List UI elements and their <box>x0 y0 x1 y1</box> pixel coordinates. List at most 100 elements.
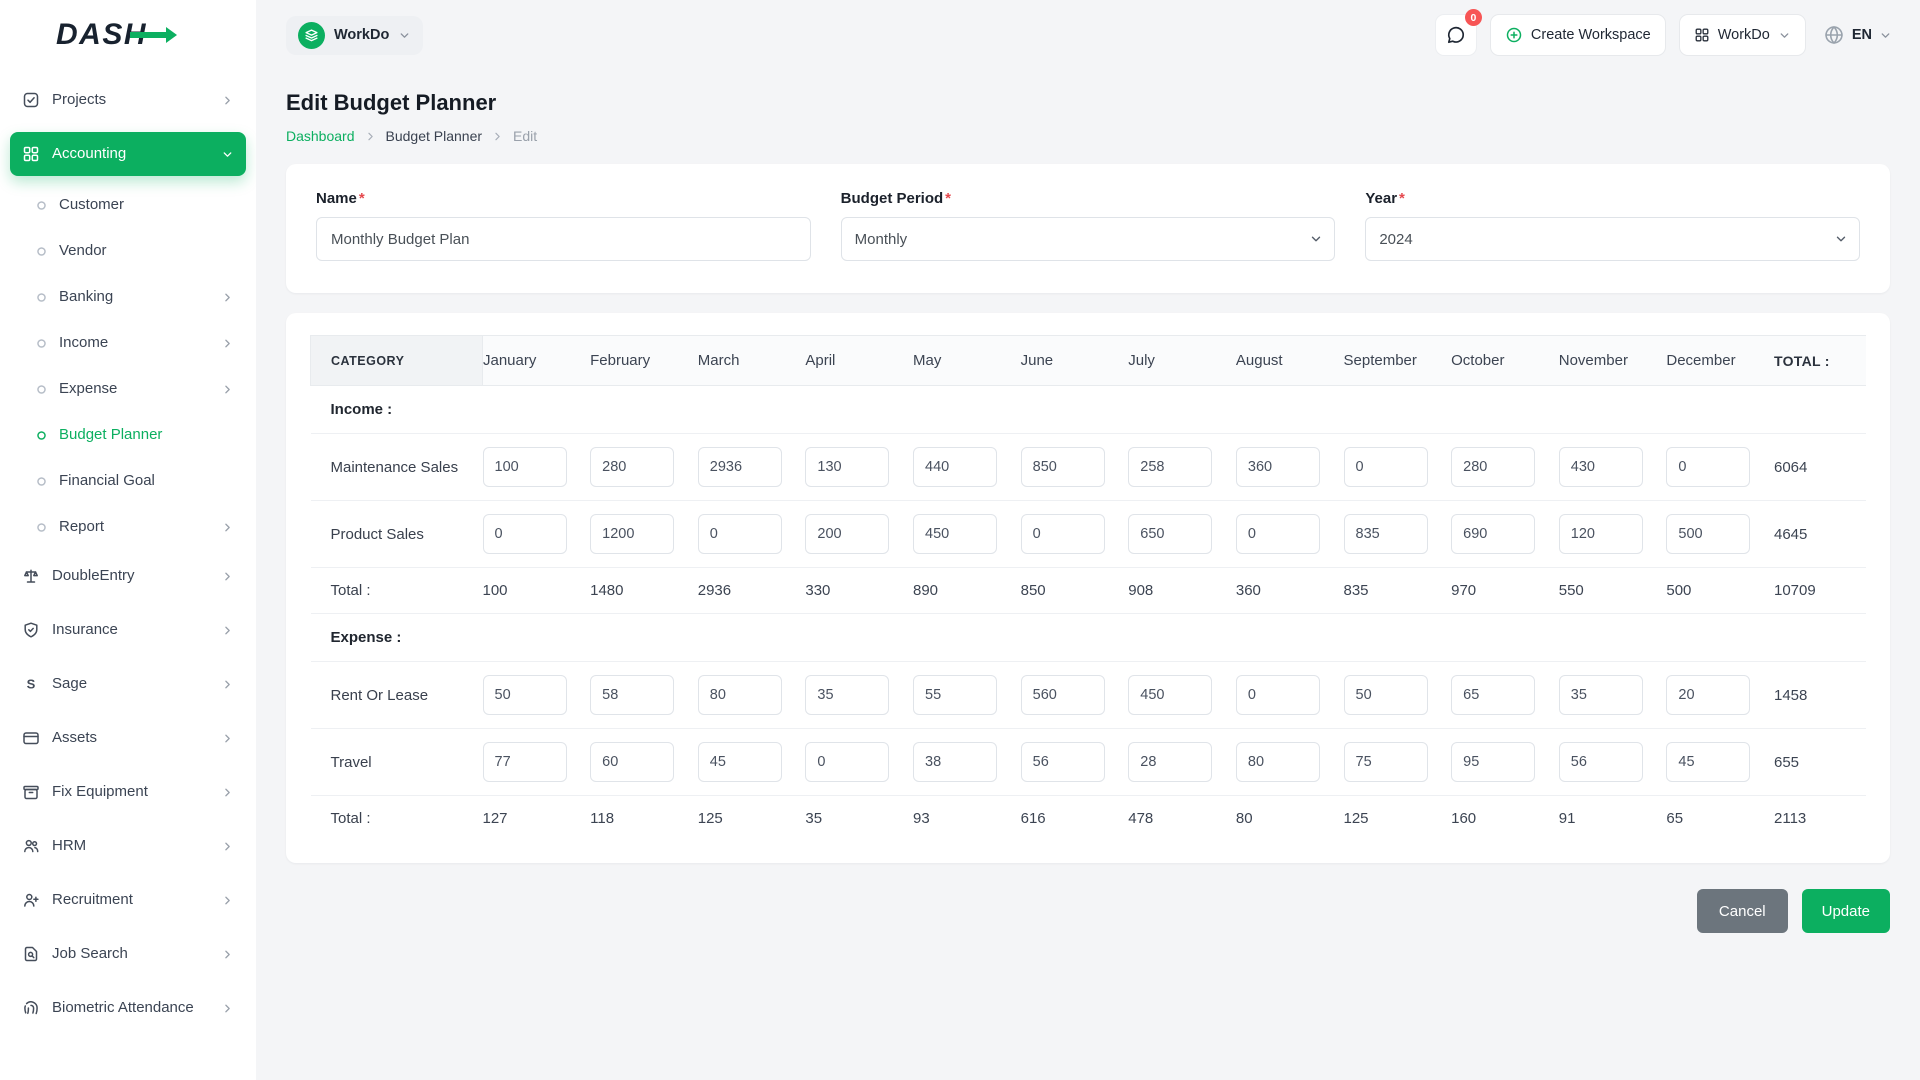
month-cell <box>1666 728 1774 796</box>
budget-value-input[interactable] <box>1666 447 1751 487</box>
budget-value-input[interactable] <box>1128 675 1213 715</box>
sidebar-item-customer[interactable]: Customer <box>10 186 246 224</box>
budget-value-input[interactable] <box>1128 514 1213 554</box>
sidebar-item-biometric-attendance[interactable]: Biometric Attendance <box>10 986 246 1030</box>
name-input[interactable] <box>316 217 811 261</box>
budget-value-input[interactable] <box>1343 447 1428 487</box>
plus-circle-icon <box>1505 26 1523 44</box>
month-cell <box>913 500 1021 568</box>
globe-icon <box>1823 24 1845 46</box>
budget-value-input[interactable] <box>1666 675 1751 715</box>
budget-value-input[interactable] <box>1235 675 1320 715</box>
messages-button[interactable]: 0 <box>1434 9 1482 56</box>
sidebar-item-job-search[interactable]: Job Search <box>10 932 246 976</box>
sidebar-item-hrm[interactable]: HRM <box>10 824 246 868</box>
app-menu-button[interactable]: WorkDo <box>1678 14 1806 56</box>
budget-value-input[interactable] <box>482 447 567 487</box>
budget-value-input[interactable] <box>697 675 782 715</box>
budget-value-input[interactable] <box>805 742 890 782</box>
budget-value-input[interactable] <box>1020 675 1105 715</box>
dot-icon <box>36 200 47 211</box>
budget-value-input[interactable] <box>1128 742 1213 782</box>
create-workspace-button[interactable]: Create Workspace <box>1489 14 1666 56</box>
budget-value-input[interactable] <box>1343 742 1428 782</box>
budget-value-input[interactable] <box>1558 742 1643 782</box>
budget-value-input[interactable] <box>1020 742 1105 782</box>
sidebar-item-projects[interactable]: Projects <box>10 78 246 122</box>
budget-value-input[interactable] <box>1343 675 1428 715</box>
budget-period-select[interactable]: Monthly <box>840 217 1336 261</box>
month-cell <box>1451 661 1559 729</box>
budget-value-input[interactable] <box>1558 447 1643 487</box>
budget-value-input[interactable] <box>1451 514 1536 554</box>
sidebar-item-sage[interactable]: S Sage <box>10 662 246 706</box>
budget-value-input[interactable] <box>913 742 997 782</box>
budget-value-input[interactable] <box>1343 514 1428 554</box>
budget-value-input[interactable] <box>1020 514 1105 554</box>
sidebar-item-recruitment[interactable]: Recruitment <box>10 878 246 922</box>
budget-value-input[interactable] <box>697 742 782 782</box>
budget-value-input[interactable] <box>1451 447 1536 487</box>
budget-table-card: CATEGORY January February March April May Jun… <box>286 313 1890 863</box>
sidebar-item-expense[interactable]: Expense <box>10 370 246 408</box>
budget-value-input[interactable] <box>913 675 997 715</box>
sidebar-item-income[interactable]: Income <box>10 324 246 362</box>
month-total: 970 <box>1451 567 1559 614</box>
budget-value-input[interactable] <box>1666 742 1751 782</box>
sidebar-item-financial-goal[interactable]: Financial Goal <box>10 462 246 500</box>
budget-value-input[interactable] <box>1451 742 1536 782</box>
budget-value-input[interactable] <box>1235 514 1320 554</box>
budget-value-input[interactable] <box>697 447 782 487</box>
language-selector[interactable]: EN <box>1819 24 1892 46</box>
budget-value-input[interactable] <box>482 514 567 554</box>
sidebar-item-assets[interactable]: Assets <box>10 716 246 760</box>
month-cell <box>1451 500 1559 568</box>
sidebar-item-budget-planner[interactable]: Budget Planner <box>10 416 246 454</box>
budget-value-input[interactable] <box>1020 447 1105 487</box>
sidebar-item-double-entry[interactable]: DoubleEntry <box>10 554 246 598</box>
month-total: 890 <box>913 567 1021 614</box>
budget-value-input[interactable] <box>1128 447 1213 487</box>
row-total: 4645 <box>1774 500 1866 568</box>
budget-value-input[interactable] <box>697 514 782 554</box>
sidebar-item-vendor[interactable]: Vendor <box>10 232 246 270</box>
sidebar-item-banking[interactable]: Banking <box>10 278 246 316</box>
budget-value-input[interactable] <box>482 675 567 715</box>
budget-value-input[interactable] <box>913 447 997 487</box>
budget-value-input[interactable] <box>1558 675 1643 715</box>
workspace-switcher[interactable]: WorkDo <box>286 15 424 55</box>
cancel-button[interactable]: Cancel <box>1696 889 1788 933</box>
month-cell <box>1235 728 1344 796</box>
breadcrumb-budget-planner[interactable]: Budget Planner <box>386 128 483 144</box>
budget-value-input[interactable] <box>1235 742 1320 782</box>
budget-value-input[interactable] <box>590 514 675 554</box>
sidebar-item-report[interactable]: Report <box>10 508 246 546</box>
budget-value-input[interactable] <box>590 742 675 782</box>
sidebar-item-accounting[interactable]: Accounting <box>10 132 246 176</box>
budget-value-input[interactable] <box>805 514 890 554</box>
budget-value-input[interactable] <box>1558 514 1643 554</box>
budget-value-input[interactable] <box>1666 514 1751 554</box>
budget-value-input[interactable] <box>1235 447 1320 487</box>
update-button[interactable]: Update <box>1801 889 1890 933</box>
dash-logo[interactable]: DASH <box>56 18 178 52</box>
budget-value-input[interactable] <box>913 514 997 554</box>
budget-value-input[interactable] <box>805 675 890 715</box>
budget-value-input[interactable] <box>482 742 567 782</box>
budget-value-input[interactable] <box>805 447 890 487</box>
sidebar-item-label: Biometric Attendance <box>52 998 194 1016</box>
month-cell <box>1343 728 1452 796</box>
page-content: Edit Budget Planner Dashboard Budget Pla… <box>256 70 1920 1080</box>
budget-row: Rent Or Lease 1458 <box>310 661 1866 729</box>
row-label: Maintenance Sales <box>310 433 483 501</box>
chevron-right-icon <box>221 678 234 691</box>
sidebar-item-fix-equipment[interactable]: Fix Equipment <box>10 770 246 814</box>
breadcrumb-dashboard[interactable]: Dashboard <box>286 128 355 144</box>
budget-value-input[interactable] <box>590 675 675 715</box>
year-select[interactable]: 2024 <box>1365 217 1860 261</box>
dot-icon <box>36 292 47 303</box>
budget-value-input[interactable] <box>1451 675 1536 715</box>
month-cell <box>482 500 591 568</box>
sidebar-item-insurance[interactable]: Insurance <box>10 608 246 652</box>
budget-value-input[interactable] <box>590 447 675 487</box>
